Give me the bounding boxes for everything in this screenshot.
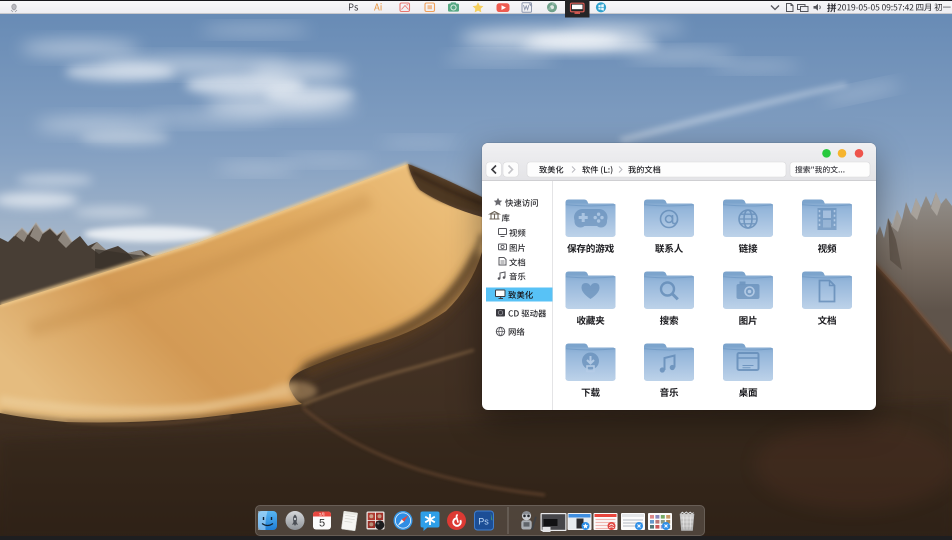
svg-text:5月: 5月	[319, 512, 325, 517]
svg-text:5: 5	[319, 518, 325, 530]
svg-text:Ps: Ps	[478, 517, 489, 527]
